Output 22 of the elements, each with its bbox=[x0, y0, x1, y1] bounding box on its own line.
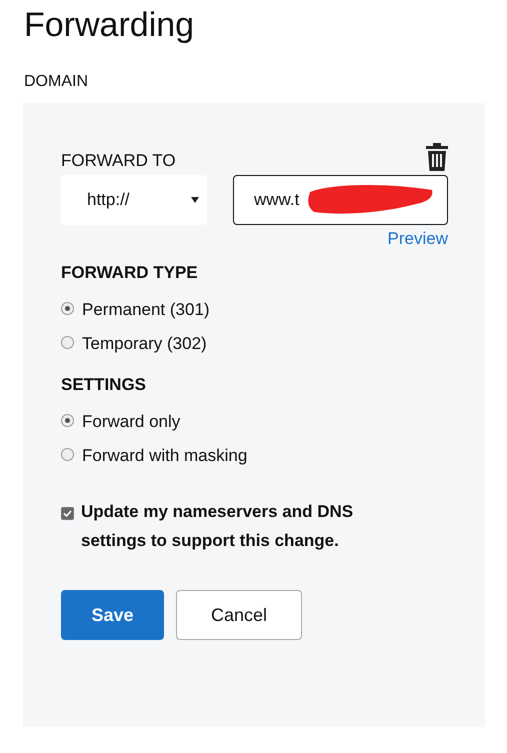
radio-option[interactable]: Permanent (301) bbox=[61, 293, 448, 327]
radio-button[interactable] bbox=[61, 302, 74, 314]
section-heading: SETTINGS bbox=[61, 375, 148, 395]
preview-link[interactable]: Preview bbox=[61, 229, 448, 249]
url-input-field[interactable]: www.t bbox=[233, 175, 448, 225]
radio-option[interactable]: Temporary (302) bbox=[61, 327, 448, 361]
radio-button[interactable] bbox=[61, 336, 74, 348]
protocol-dropdown[interactable]: http:// bbox=[61, 175, 207, 225]
checkbox-label: Update my nameservers and DNS settings to support this change. bbox=[81, 501, 354, 552]
save-button[interactable]: Save bbox=[61, 590, 164, 640]
radio-button[interactable] bbox=[61, 448, 74, 460]
radio-button[interactable] bbox=[61, 414, 74, 426]
radio-option[interactable]: Forward with masking bbox=[61, 439, 448, 473]
trash-icon[interactable] bbox=[426, 143, 448, 171]
section-heading: FORWARD TYPE bbox=[61, 263, 199, 283]
checkbox[interactable] bbox=[61, 507, 74, 520]
radio-option[interactable]: Forward only bbox=[61, 405, 448, 439]
caret-icon bbox=[191, 197, 199, 203]
cancel-button[interactable]: Cancel bbox=[176, 590, 302, 640]
field-label: FORWARD TO bbox=[61, 151, 176, 171]
section-label: DOMAIN bbox=[24, 73, 89, 91]
page-title: Forwarding bbox=[24, 6, 196, 45]
